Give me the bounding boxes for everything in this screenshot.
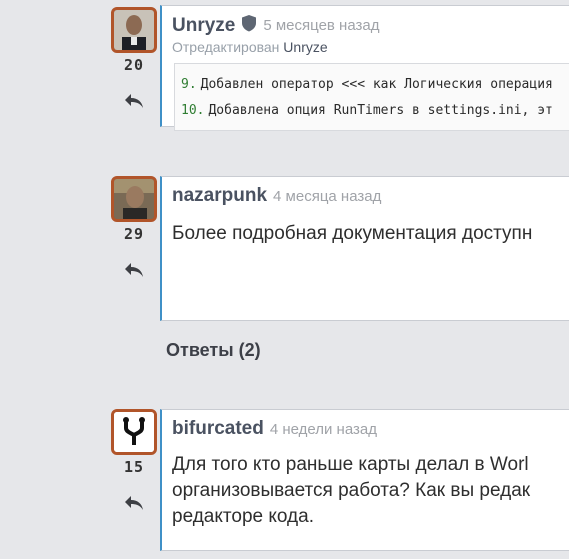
- avatar[interactable]: [111, 176, 157, 222]
- comment-line: организовывается работа? Как вы редак: [172, 480, 531, 501]
- edited-by[interactable]: Unryze: [283, 39, 327, 55]
- username[interactable]: nazarpunk: [172, 185, 267, 207]
- reply-arrow-icon[interactable]: [108, 92, 160, 115]
- code-text: Добавлен оператор <<< как Логическия опе…: [200, 77, 553, 92]
- reply-arrow-icon[interactable]: [108, 494, 160, 517]
- code-line: 9. Добавлен оператор <<< как Логическия о…: [181, 72, 568, 98]
- line-number: 10.: [181, 103, 205, 118]
- code-text: Добавлена опция RunTimers в settings.ini…: [208, 103, 553, 118]
- username[interactable]: Unryze: [172, 15, 235, 37]
- vote-count: 15: [123, 458, 145, 476]
- line-number: 9.: [181, 77, 197, 92]
- comment-text: Более подробная документация доступн: [172, 223, 533, 244]
- comment-3-sidebar: 15: [108, 409, 160, 517]
- comment-line: редакторе кода.: [172, 506, 314, 527]
- code-line: 10. Добавлена опция RunTimers в settings.…: [181, 98, 568, 124]
- edited-note: Отредактирован Unryze: [162, 37, 569, 57]
- comment-card-unryze: Unryze 5 месяцев назад Отредактирован Un…: [160, 5, 569, 131]
- answers-toggle[interactable]: Ответы (2): [166, 340, 261, 361]
- comment-card-nazarpunk: nazarpunk 4 месяца назад Более подробная…: [160, 176, 569, 321]
- comment-card-bifurcated: bifurcated 4 недели назад Для того кто р…: [160, 409, 569, 551]
- shield-icon: [241, 14, 257, 37]
- comment-1-sidebar: 20: [108, 7, 160, 115]
- comment-line: Для того кто раньше карты делал в Worl: [172, 454, 529, 475]
- avatar[interactable]: [111, 7, 157, 53]
- timestamp[interactable]: 5 месяцев назад: [263, 17, 379, 34]
- vote-count: 20: [123, 56, 145, 74]
- comment-2-sidebar: 29: [108, 176, 160, 284]
- vote-count: 29: [123, 225, 145, 243]
- avatar[interactable]: [111, 409, 157, 455]
- edited-prefix: Отредактирован: [172, 39, 280, 55]
- comment-text: Для того кто раньше карты делал в Worl о…: [162, 440, 569, 530]
- username[interactable]: bifurcated: [172, 418, 264, 440]
- timestamp[interactable]: 4 недели назад: [270, 421, 377, 438]
- timestamp[interactable]: 4 месяца назад: [273, 188, 381, 205]
- reply-arrow-icon[interactable]: [108, 261, 160, 284]
- code-block: 9. Добавлен оператор <<< как Логическия о…: [174, 63, 569, 131]
